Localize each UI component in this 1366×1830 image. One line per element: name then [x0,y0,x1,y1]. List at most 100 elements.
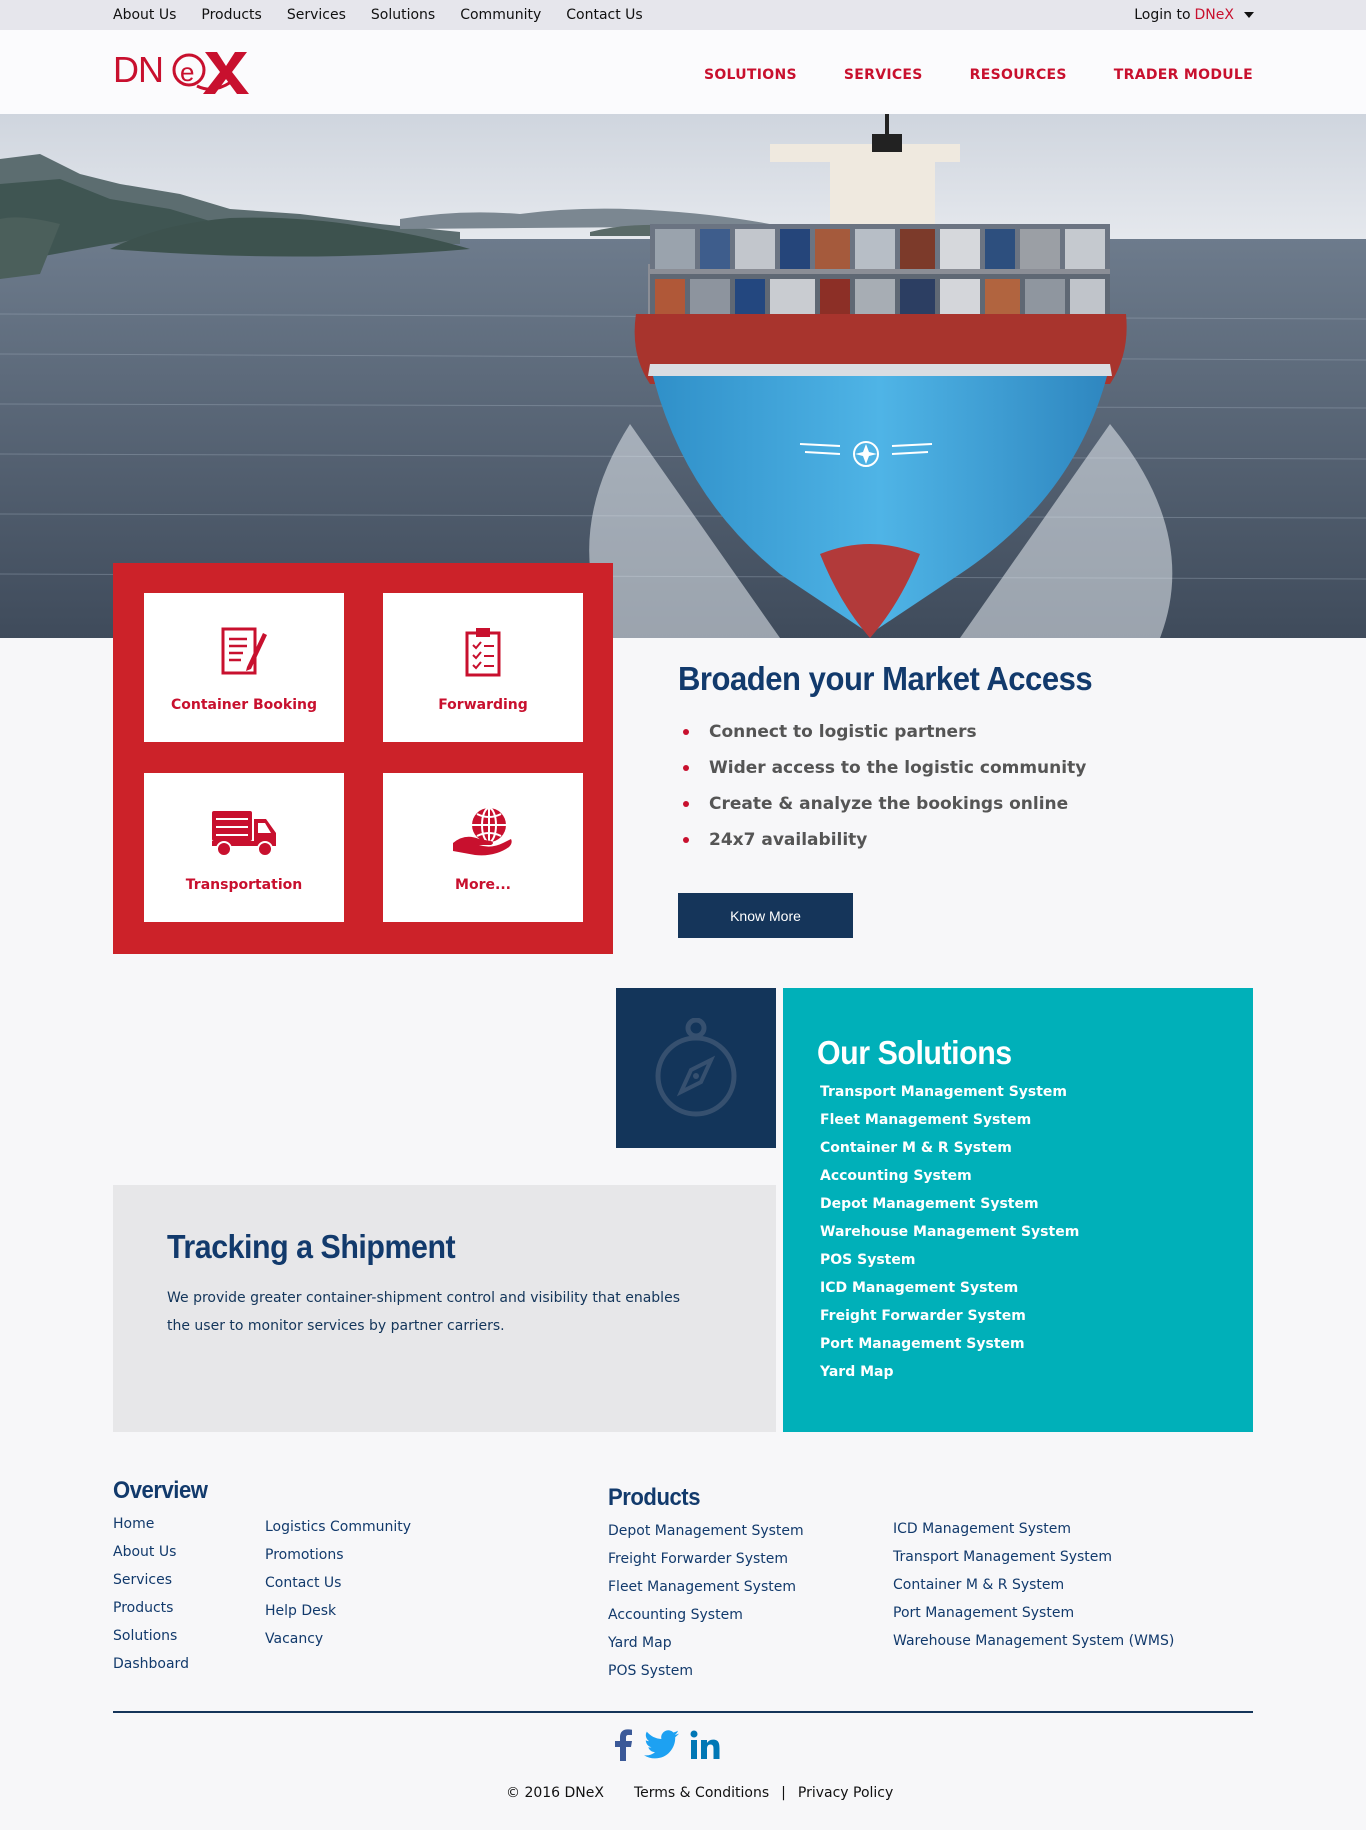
footer-link[interactable]: Services [113,1572,189,1600]
know-more-button[interactable]: Know More [678,893,853,938]
tile-label: Container Booking [170,696,318,713]
login-text: Login to [1134,7,1191,23]
footer-link[interactable]: Fleet Management System [608,1579,804,1607]
compass-tile [616,988,776,1148]
booking-icon [219,623,269,679]
truck-icon [210,803,278,859]
tile-label: Transportation [185,876,303,893]
services-tiles-panel: Container Booking Forwarding Transportat… [113,563,613,954]
footer-link[interactable]: Home [113,1516,189,1544]
solution-link[interactable]: Freight Forwarder System [820,1308,1253,1336]
market-access-section: Broaden your Market Access Connect to lo… [678,660,1238,866]
svg-text:DN: DN [113,49,163,90]
footer-divider [113,1711,1253,1713]
solution-link[interactable]: Yard Map [820,1364,1253,1392]
footer-separator: | [781,1785,786,1801]
footer-link[interactable]: Freight Forwarder System [608,1551,804,1579]
market-bullet: Wider access to the logistic community [678,758,1238,794]
login-brand: DNeX [1194,7,1234,23]
nav-services[interactable]: SERVICES [844,67,923,83]
footer-link[interactable]: About Us [113,1544,189,1572]
footer-link[interactable]: Transport Management System [893,1549,1174,1577]
tile-label: Forwarding [438,696,528,713]
tracking-title: Tracking a Shipment [167,1228,456,1265]
clipboard-icon [463,623,503,679]
footer-link[interactable]: Products [113,1600,189,1628]
tile-transportation[interactable]: Transportation [144,773,344,922]
solutions-title: Our Solutions [817,1034,1012,1071]
hero-banner [0,114,1366,638]
nav-trader-module[interactable]: TRADER MODULE [1114,67,1253,83]
top-link-products[interactable]: Products [201,7,261,23]
solution-link[interactable]: ICD Management System [820,1280,1253,1308]
footer-link[interactable]: Help Desk [265,1603,411,1631]
our-solutions-panel: Our Solutions Transport Management Syste… [783,988,1253,1432]
market-title: Broaden your Market Access [678,660,1093,697]
header: DN e SOLUTIONS SERVICES RESOURCES TRADER… [0,30,1366,114]
footer-link[interactable]: Vacancy [265,1631,411,1659]
top-link-community[interactable]: Community [460,7,541,23]
copyright-text: © 2016 DNeX [506,1785,604,1801]
nav-resources[interactable]: RESOURCES [970,67,1067,83]
login-dropdown[interactable]: Login to DNeX [1134,7,1254,23]
footer-link[interactable]: Logistics Community [265,1519,411,1547]
footer-link[interactable]: ICD Management System [893,1521,1174,1549]
terms-link[interactable]: Terms & Conditions [634,1785,769,1801]
tracking-text: We provide greater container-shipment co… [167,1290,680,1334]
svg-text:e: e [180,57,194,87]
footer-products-col2: ICD Management System Transport Manageme… [893,1521,1174,1661]
globe-hand-icon [451,803,515,859]
footer-link[interactable]: POS System [608,1663,804,1691]
footer-link[interactable]: Depot Management System [608,1523,804,1551]
footer-link[interactable]: Port Management System [893,1605,1174,1633]
footer-link[interactable]: Dashboard [113,1656,189,1684]
solution-link[interactable]: Warehouse Management System [820,1224,1253,1252]
footer-link[interactable]: Promotions [265,1547,411,1575]
footer-products-col1: Depot Management System Freight Forwarde… [608,1523,804,1691]
top-link-contact[interactable]: Contact Us [566,7,642,23]
footer-bottom: © 2016 DNeX Terms & Conditions | Privacy… [506,1785,893,1801]
top-link-about[interactable]: About Us [113,7,176,23]
logo-mark: DN e [113,49,249,94]
footer-link[interactable]: Container M & R System [893,1577,1174,1605]
footer-products-title: Products [608,1484,701,1511]
tile-forwarding[interactable]: Forwarding [383,593,583,742]
solution-link[interactable]: Depot Management System [820,1196,1253,1224]
footer-link[interactable]: Yard Map [608,1635,804,1663]
solution-link[interactable]: POS System [820,1252,1253,1280]
caret-down-icon [1244,12,1254,18]
top-links: About Us Products Services Solutions Com… [113,7,643,23]
container-ship-image [0,114,1366,638]
solution-link[interactable]: Fleet Management System [820,1112,1253,1140]
top-bar: About Us Products Services Solutions Com… [0,0,1366,30]
top-link-solutions[interactable]: Solutions [371,7,435,23]
facebook-icon[interactable] [612,1729,634,1765]
tile-container-booking[interactable]: Container Booking [144,593,344,742]
solution-link[interactable]: Accounting System [820,1168,1253,1196]
linkedin-icon[interactable] [690,1730,720,1764]
dnex-logo[interactable]: DN e [113,46,253,96]
footer-link[interactable]: Warehouse Management System (WMS) [893,1633,1174,1661]
footer-overview-title: Overview [113,1477,208,1504]
footer-link[interactable]: Contact Us [265,1575,411,1603]
solution-link[interactable]: Container M & R System [820,1140,1253,1168]
footer-overview-col1: Home About Us Services Products Solution… [113,1516,189,1684]
market-bullet: Connect to logistic partners [678,722,1238,758]
footer-overview-col2: Logistics Community Promotions Contact U… [265,1519,411,1659]
solution-link[interactable]: Port Management System [820,1336,1253,1364]
market-bullets: Connect to logistic partners Wider acces… [678,722,1238,866]
footer-link[interactable]: Accounting System [608,1607,804,1635]
top-link-services[interactable]: Services [287,7,346,23]
twitter-icon[interactable] [644,1730,680,1764]
market-bullet: 24x7 availability [678,830,1238,866]
nav-solutions[interactable]: SOLUTIONS [704,67,797,83]
privacy-link[interactable]: Privacy Policy [798,1785,893,1801]
main-nav: SOLUTIONS SERVICES RESOURCES TRADER MODU… [704,67,1253,83]
tile-label: More... [455,876,511,893]
solution-link[interactable]: Transport Management System [820,1084,1253,1112]
tile-more[interactable]: More... [383,773,583,922]
footer-link[interactable]: Solutions [113,1628,189,1656]
market-bullet: Create & analyze the bookings online [678,794,1238,830]
tracking-shipment-panel: Tracking a Shipment We provide greater c… [113,1185,776,1432]
